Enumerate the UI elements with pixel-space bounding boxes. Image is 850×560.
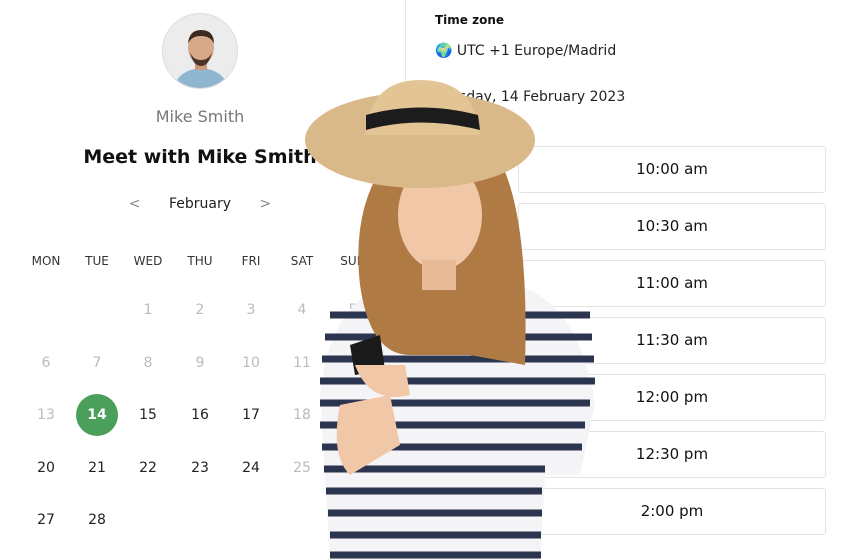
weekday-header: THU	[187, 254, 213, 268]
calendar-day[interactable]: 21	[75, 447, 119, 489]
timezone-selector[interactable]: 🌍 UTC +1 Europe/Madrid	[435, 43, 616, 59]
woman-with-phone-photo	[305, 80, 595, 560]
next-month-button[interactable]: >	[259, 196, 271, 212]
calendar-day[interactable]: 27	[24, 499, 68, 541]
prev-month-button[interactable]: <	[129, 196, 141, 212]
weekday-header: TUE	[85, 254, 109, 268]
calendar-day[interactable]: 3	[229, 289, 273, 331]
calendar-day[interactable]: 10	[229, 342, 273, 384]
calendar-day[interactable]: 24	[229, 447, 273, 489]
weekday-header: WED	[133, 254, 163, 268]
weekday-header: MON	[31, 254, 61, 268]
calendar-day[interactable]: 7	[75, 342, 119, 384]
calendar-day[interactable]: 17	[229, 394, 273, 436]
calendar-day[interactable]: 14	[76, 394, 118, 436]
calendar-day[interactable]: 2	[178, 289, 222, 331]
avatar	[162, 13, 238, 89]
calendar-day[interactable]: 28	[75, 499, 119, 541]
calendar-day[interactable]: 6	[24, 342, 68, 384]
calendar-day[interactable]: 23	[178, 447, 222, 489]
calendar-day[interactable]: 8	[126, 342, 170, 384]
calendar-day[interactable]: 20	[24, 447, 68, 489]
calendar-day[interactable]: 15	[126, 394, 170, 436]
calendar-day[interactable]: 9	[178, 342, 222, 384]
calendar-day[interactable]: 13	[24, 394, 68, 436]
month-label: February	[168, 196, 232, 212]
timezone-label: Time zone	[435, 13, 505, 27]
weekday-header: FRI	[241, 254, 261, 268]
timezone-value: UTC +1 Europe/Madrid	[456, 43, 617, 59]
calendar-day[interactable]: 16	[178, 394, 222, 436]
calendar-day[interactable]: 1	[126, 289, 170, 331]
globe-icon: 🌍	[435, 43, 453, 59]
calendar-day[interactable]: 22	[126, 447, 170, 489]
